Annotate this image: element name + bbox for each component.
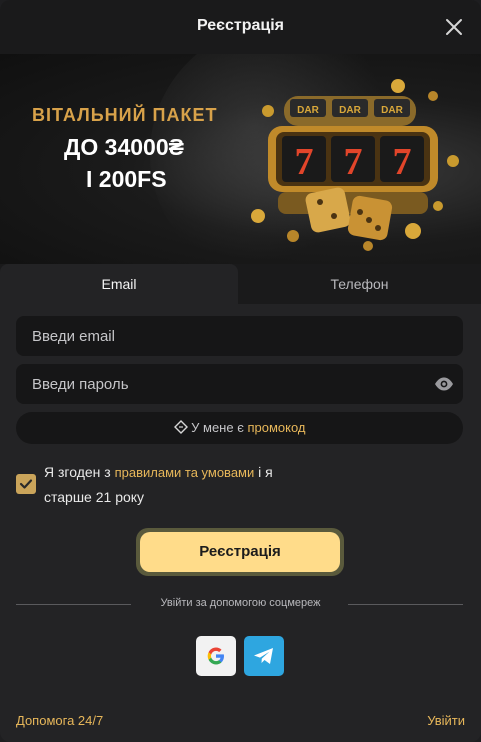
modal-title: Реєстрація — [196, 17, 285, 34]
promo-title: ВІТАЛЬНИЙ ПАКЕТ — [32, 105, 218, 125]
agree-text: Я згоден з правилами та умовами і я стар… — [44, 460, 324, 509]
help-link[interactable]: Допомога 24/7 — [16, 713, 103, 728]
svg-text:7: 7 — [393, 141, 412, 183]
checkmark-icon — [19, 479, 33, 489]
agree-prefix: Я згоден з — [44, 464, 115, 480]
promo-code-button[interactable]: У мене є промокод — [16, 412, 463, 444]
auth-tabs: Email Телефон — [0, 264, 481, 304]
register-button-label: Реєстрація — [140, 532, 340, 572]
promo-amount: ДО 34000₴ — [64, 134, 184, 160]
svg-text:7: 7 — [295, 141, 314, 183]
svg-text:7: 7 — [344, 141, 363, 183]
registration-modal: Реєстрація ВІТАЛЬНИЙ ПАКЕТ ДО 34000₴ І 2… — [0, 0, 481, 742]
close-icon[interactable] — [443, 16, 465, 38]
ticket-icon — [173, 420, 188, 434]
tab-email[interactable]: Email — [0, 264, 238, 304]
telegram-login-button[interactable] — [244, 636, 284, 676]
slot-label-1: DAR — [297, 105, 319, 116]
promo-code-link[interactable]: промокод — [247, 420, 305, 435]
slot-label-3: DAR — [381, 105, 403, 116]
slot-label-2: DAR — [339, 105, 361, 116]
password-field[interactable] — [16, 364, 463, 404]
slot-machine-image: DAR DAR DAR 7 7 7 — [251, 79, 459, 251]
eye-icon[interactable] — [434, 376, 454, 392]
password-field-wrapper — [16, 364, 463, 404]
email-field[interactable] — [16, 316, 463, 356]
google-icon — [207, 647, 224, 665]
terms-link[interactable]: правилами та умовами — [115, 465, 255, 480]
telegram-icon — [254, 648, 273, 664]
register-button[interactable]: Реєстрація — [136, 528, 344, 576]
agree-checkbox[interactable] — [16, 474, 36, 494]
google-login-button[interactable] — [196, 636, 236, 676]
tab-phone[interactable]: Телефон — [238, 264, 481, 304]
promo-prefix: У мене є — [191, 420, 248, 435]
social-login-label: Увійти за допомогою соцмереж — [160, 597, 321, 609]
email-field-wrapper — [16, 316, 463, 356]
divider-right — [348, 604, 463, 605]
promo-freespins: І 200FS — [86, 166, 167, 192]
promo-banner: ВІТАЛЬНИЙ ПАКЕТ ДО 34000₴ І 200FS DAR DA… — [0, 54, 481, 264]
modal-header: Реєстрація — [0, 0, 481, 54]
login-link[interactable]: Увійти — [427, 713, 465, 728]
